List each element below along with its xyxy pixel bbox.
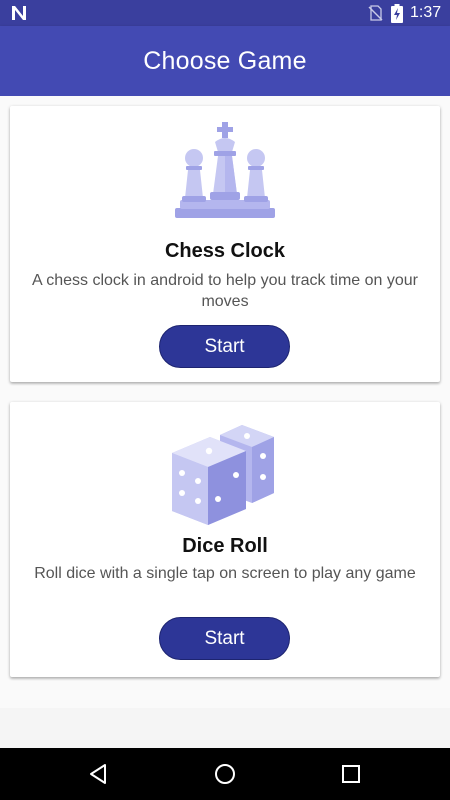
dice-icon: [172, 425, 274, 525]
page-title: Choose Game: [143, 47, 307, 75]
start-dice-roll-button[interactable]: Start: [159, 617, 290, 660]
status-time: 1:37: [410, 4, 442, 21]
game-title: Dice Roll: [182, 535, 268, 557]
battery-charging-icon: [391, 4, 403, 23]
game-title: Chess Clock: [164, 240, 286, 262]
chess-pieces-icon: [175, 122, 275, 218]
game-description: Roll dice with a single tap on screen to…: [34, 565, 416, 582]
no-sim-icon: [368, 5, 383, 21]
game-card-chess-clock: Chess Clock A chess clock in android to …: [10, 106, 440, 382]
start-chess-clock-button[interactable]: Start: [159, 325, 290, 368]
app-bar: Choose Game: [0, 26, 450, 96]
bottom-spacer: [0, 708, 450, 748]
status-bar: 1:37: [0, 0, 450, 26]
navigation-bar: [0, 748, 450, 800]
game-list: Chess Clock A chess clock in android to …: [0, 96, 450, 748]
home-icon[interactable]: [213, 762, 237, 786]
game-description: A chess clock in android to help you tra…: [32, 272, 418, 310]
back-icon[interactable]: [86, 762, 110, 786]
recents-icon[interactable]: [339, 762, 363, 786]
n-notification-icon: [12, 6, 26, 20]
game-card-dice-roll: Dice Roll Roll dice with a single tap on…: [10, 402, 440, 677]
